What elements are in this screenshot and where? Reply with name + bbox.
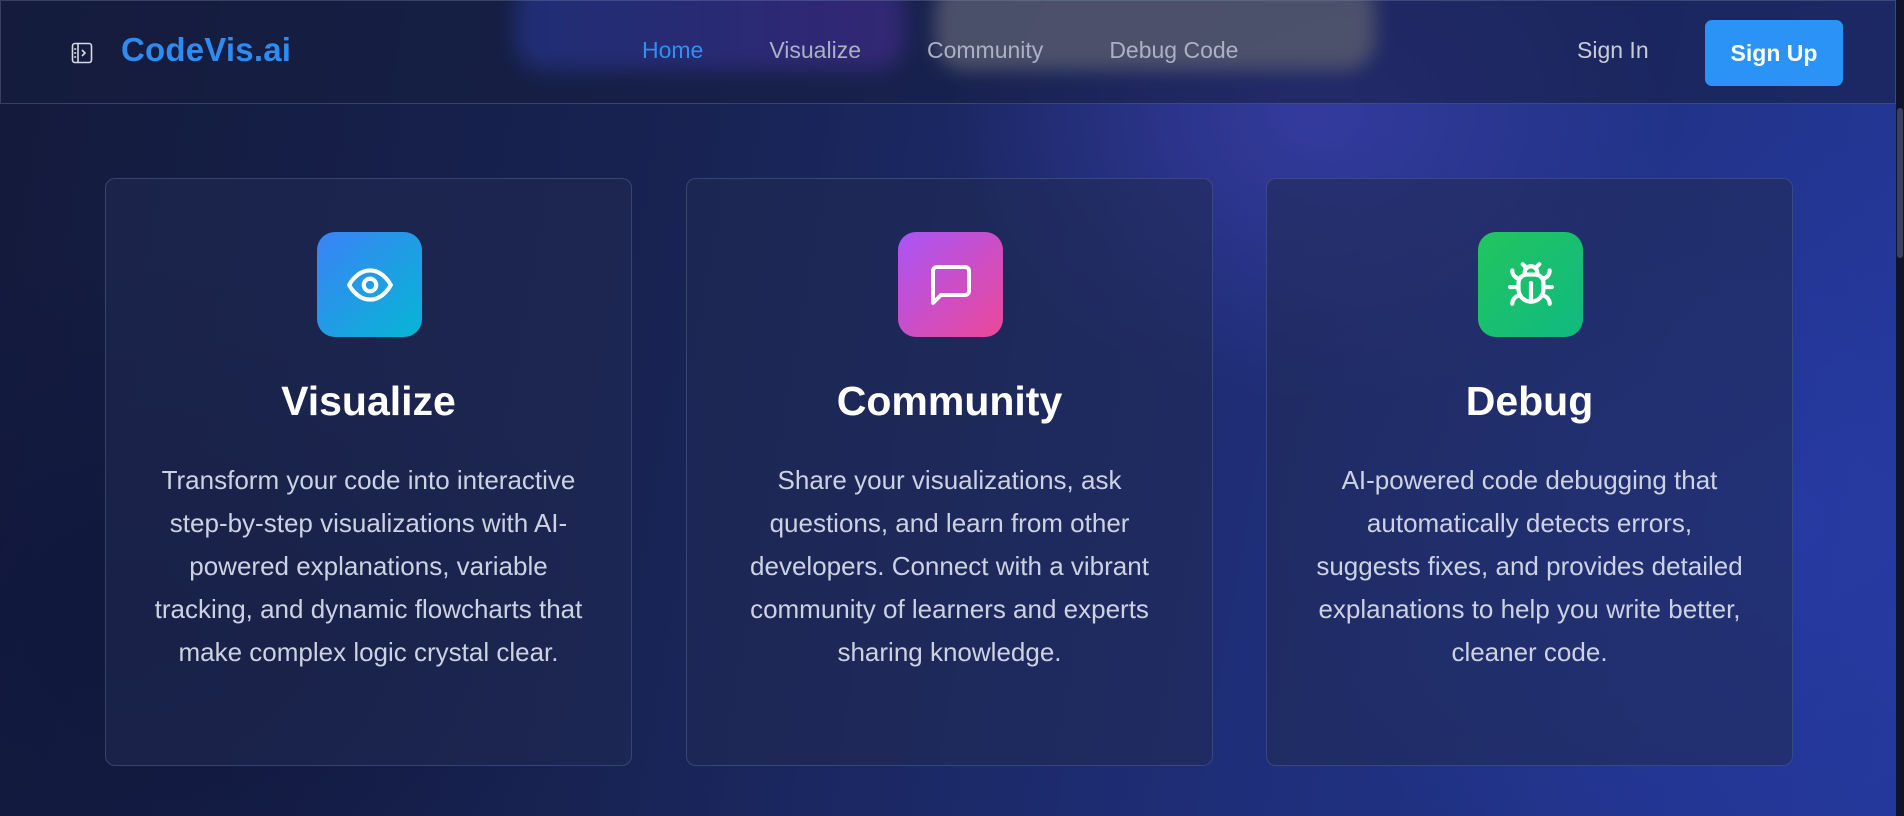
bug-icon (1478, 232, 1583, 337)
feature-description: AI-powered code debugging that automatic… (1316, 465, 1743, 667)
scrollbar-thumb[interactable] (1897, 108, 1903, 258)
brand-logo[interactable]: CodeVis.ai (121, 31, 291, 69)
feature-title: Debug (1465, 378, 1594, 424)
eye-icon (317, 232, 422, 337)
nav-link-community[interactable]: Community (927, 37, 1043, 64)
feature-title: Visualize (281, 378, 456, 424)
nav-link-debug-code[interactable]: Debug Code (1109, 37, 1238, 64)
sidebar-toggle-icon[interactable] (71, 42, 93, 64)
nav-link-visualize[interactable]: Visualize (769, 37, 861, 64)
feature-title: Community (836, 378, 1063, 424)
top-navbar: CodeVis.ai Home Visualize Community Debu… (0, 0, 1896, 104)
page-scrollbar[interactable] (1896, 0, 1904, 816)
feature-description: Share your visualizations, ask questions… (750, 465, 1149, 667)
nav-link-home[interactable]: Home (642, 37, 703, 64)
feature-card-visualize: Visualize Transform your code into inter… (105, 178, 632, 766)
sign-up-button[interactable]: Sign Up (1705, 20, 1843, 86)
feature-card-debug: Debug AI-powered code debugging that aut… (1266, 178, 1793, 766)
message-square-icon (898, 232, 1003, 337)
feature-card-community: Community Share your visualizations, ask… (686, 178, 1213, 766)
main-nav: Home Visualize Community Debug Code (642, 37, 1304, 64)
sign-in-link[interactable]: Sign In (1577, 37, 1649, 64)
feature-description: Transform your code into interactive ste… (154, 465, 583, 667)
